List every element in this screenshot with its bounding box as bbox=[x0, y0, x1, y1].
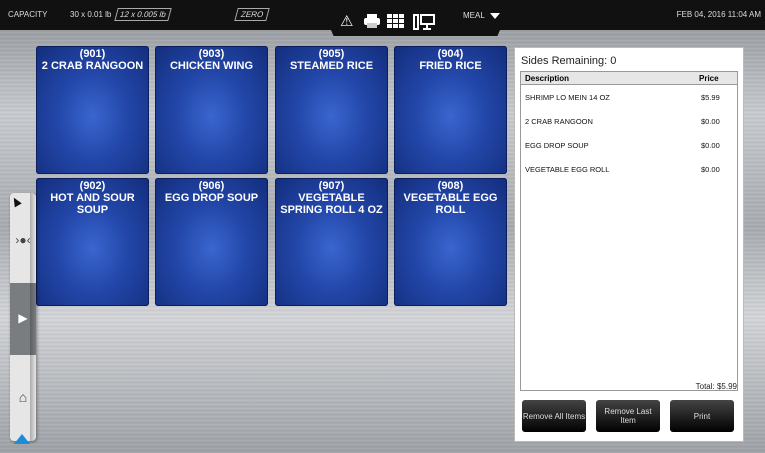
expand-up-icon[interactable] bbox=[14, 434, 30, 444]
resolution-value: 12 x 0.005 lb bbox=[114, 8, 172, 21]
item-price: $0.00 bbox=[701, 117, 720, 126]
menu-tile[interactable]: (908) VEGETABLE EGG ROLL bbox=[394, 178, 507, 306]
menu-tile[interactable]: (902) HOT AND SOUR SOUP bbox=[36, 178, 149, 306]
menu-tile[interactable]: (907) VEGETABLE SPRING ROLL 4 OZ bbox=[275, 178, 388, 306]
list-item[interactable]: SHRIMP LO MEIN 14 OZ $5.99 bbox=[521, 85, 737, 109]
tile-code: (903) bbox=[198, 48, 225, 60]
tile-name: FRIED RICE bbox=[419, 60, 482, 72]
tile-name: 2 CRAB RANGOON bbox=[41, 60, 144, 72]
center-toolbar: ⚠ MEAL bbox=[318, 0, 513, 36]
tile-code: (901) bbox=[79, 48, 106, 60]
tile-code: (908) bbox=[437, 180, 464, 192]
menu-tile[interactable]: (903) CHICKEN WING bbox=[155, 46, 268, 174]
chevron-down-icon[interactable] bbox=[490, 13, 500, 19]
list-item[interactable]: VEGETABLE EGG ROLL $0.00 bbox=[521, 157, 737, 181]
list-item[interactable]: EGG DROP SOUP $0.00 bbox=[521, 133, 737, 157]
tile-name: CHICKEN WING bbox=[169, 60, 254, 72]
menu-tile[interactable]: (906) EGG DROP SOUP bbox=[155, 178, 268, 306]
tile-code: (902) bbox=[79, 180, 106, 192]
tile-name: VEGETABLE EGG ROLL bbox=[403, 192, 498, 216]
zero-button[interactable]: ZERO bbox=[234, 8, 270, 21]
column-description: Description bbox=[525, 74, 570, 83]
dock-shadow bbox=[30, 193, 36, 441]
warning-icon[interactable]: ⚠ bbox=[340, 14, 353, 29]
workstation-icon[interactable] bbox=[413, 14, 435, 33]
remove-last-item-button[interactable]: Remove Last Item bbox=[596, 400, 660, 432]
tile-code: (907) bbox=[318, 180, 345, 192]
order-list-header: Description Price bbox=[521, 72, 737, 85]
tile-code: (906) bbox=[198, 180, 225, 192]
print-button[interactable]: Print bbox=[670, 400, 734, 432]
capacity-label: CAPACITY bbox=[8, 10, 48, 19]
item-price: $0.00 bbox=[701, 141, 720, 150]
grid-icon[interactable] bbox=[387, 14, 405, 31]
item-description: VEGETABLE EGG ROLL bbox=[525, 165, 610, 174]
remove-all-items-button[interactable]: Remove All Items bbox=[522, 400, 586, 432]
menu-tile[interactable]: (905) STEAMED RICE bbox=[275, 46, 388, 174]
meal-dropdown-label[interactable]: MEAL bbox=[463, 11, 485, 20]
sides-remaining: Sides Remaining: 0 bbox=[521, 55, 617, 67]
item-price: $0.00 bbox=[701, 165, 720, 174]
tile-code: (904) bbox=[437, 48, 464, 60]
order-panel: Sides Remaining: 0 Description Price SHR… bbox=[514, 47, 744, 442]
item-price: $5.99 bbox=[701, 93, 720, 102]
printer-icon[interactable] bbox=[364, 14, 380, 31]
tile-code: (905) bbox=[318, 48, 345, 60]
date-time: FEB 04, 2016 11:04 AM bbox=[676, 10, 761, 19]
order-total: Total: $5.99 bbox=[695, 382, 737, 391]
list-item[interactable]: 2 CRAB RANGOON $0.00 bbox=[521, 109, 737, 133]
tile-name: EGG DROP SOUP bbox=[164, 192, 259, 204]
item-description: EGG DROP SOUP bbox=[525, 141, 589, 150]
item-description: 2 CRAB RANGOON bbox=[525, 117, 593, 126]
menu-tile[interactable]: (901) 2 CRAB RANGOON bbox=[36, 46, 149, 174]
tile-name: VEGETABLE SPRING ROLL 4 OZ bbox=[280, 192, 383, 216]
column-price: Price bbox=[699, 74, 719, 83]
tile-name: STEAMED RICE bbox=[289, 60, 374, 72]
menu-tile[interactable]: (904) FRIED RICE bbox=[394, 46, 507, 174]
item-description: SHRIMP LO MEIN 14 OZ bbox=[525, 93, 610, 102]
order-list[interactable]: Description Price SHRIMP LO MEIN 14 OZ $… bbox=[520, 71, 738, 391]
tile-name: HOT AND SOUR SOUP bbox=[50, 192, 135, 216]
capacity-value: 30 x 0.01 lb bbox=[70, 10, 112, 19]
